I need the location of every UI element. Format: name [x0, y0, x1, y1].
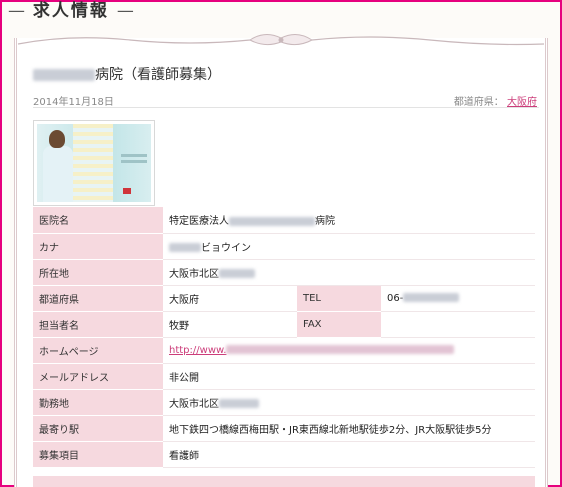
row-value-kana: ビョウイン	[163, 233, 535, 260]
row-label-tel: TEL	[297, 285, 381, 312]
row-label-workplace: 勤務地	[33, 389, 163, 416]
decorative-border-ornament	[17, 34, 545, 46]
redacted-text	[403, 293, 460, 302]
table-row: 募集項目 看護師	[33, 441, 535, 468]
row-value-hospital: 特定医療法人 病院	[163, 207, 535, 234]
table-row: メールアドレス 非公開	[33, 363, 535, 390]
hospital-suffix: 病院	[315, 216, 335, 228]
job-info-table: 医院名 特定医療法人 病院 カナ ビョウイン 所在地 大阪市北区 都道府県 大阪府…	[33, 207, 535, 468]
row-value-tel: 06-	[381, 285, 535, 312]
row-label-contact: 担当者名	[33, 311, 163, 338]
row-label-fax: FAX	[297, 311, 381, 338]
table-row: 都道府県 大阪府 TEL 06-	[33, 285, 535, 312]
nurse-photo	[37, 124, 151, 202]
row-label-address: 所在地	[33, 259, 163, 286]
job-title-text: 病院（看護師募集）	[95, 67, 221, 83]
table-row: 勤務地 大阪市北区	[33, 389, 535, 416]
row-label-station: 最寄り駅	[33, 415, 163, 442]
table-row: 最寄り駅 地下鉄四つ橋線西梅田駅・JR東西線北新地駅徒歩2分、JR大阪駅徒歩5分	[33, 415, 535, 442]
row-value-contact: 牧野	[163, 311, 297, 338]
row-value-prefecture: 大阪府	[163, 285, 297, 312]
hospital-prefix: 特定医療法人	[169, 216, 229, 228]
homepage-link[interactable]: http://www.	[169, 344, 455, 356]
row-value-station: 地下鉄四つ橋線西梅田駅・JR東西線北新地駅徒歩2分、JR大阪駅徒歩5分	[163, 415, 535, 442]
row-value-email: 非公開	[163, 363, 535, 390]
address-prefix: 大阪市北区	[169, 268, 219, 280]
photo-shelf	[73, 124, 113, 202]
next-row-partial	[33, 476, 535, 487]
redacted-url	[226, 345, 455, 354]
title-dash-right: —	[116, 1, 134, 21]
row-label-email: メールアドレス	[33, 363, 163, 390]
row-label-position: 募集項目	[33, 441, 163, 468]
table-row: ホームページ http://www.	[33, 337, 535, 364]
kana-suffix: ビョウイン	[201, 242, 251, 254]
row-value-homepage: http://www.	[163, 337, 535, 364]
photo-caption-lines	[121, 154, 147, 157]
redacted-text	[219, 269, 255, 278]
prefecture-line: 都道府県： 大阪府	[454, 93, 537, 108]
row-label-homepage: ホームページ	[33, 337, 163, 364]
row-label-prefecture: 都道府県	[33, 285, 163, 312]
row-value-workplace: 大阪市北区	[163, 389, 535, 416]
row-value-fax	[381, 311, 535, 338]
row-label-hospital: 医院名	[33, 207, 163, 234]
table-row: カナ ビョウイン	[33, 233, 535, 260]
row-value-position: 看護師	[163, 441, 535, 468]
title-dash-left: —	[8, 1, 25, 21]
job-title: 病院（看護師募集）	[33, 64, 221, 84]
redacted-text	[169, 243, 201, 252]
redacted-text	[219, 399, 259, 408]
divider	[33, 107, 539, 108]
redacted-hospital-name	[33, 69, 95, 81]
row-label-kana: カナ	[33, 233, 163, 260]
hospital-image	[33, 120, 155, 206]
tel-prefix: 06-	[387, 292, 404, 304]
table-row: 担当者名 牧野 FAX	[33, 311, 535, 338]
photo-logo	[123, 188, 131, 194]
section-title-text: 求人情報	[32, 1, 109, 21]
table-row: 所在地 大阪市北区	[33, 259, 535, 286]
homepage-url-prefix: http://www.	[169, 344, 227, 356]
photo-nurse-body	[43, 146, 73, 202]
workplace-prefix: 大阪市北区	[169, 398, 219, 410]
table-row: 医院名 特定医療法人 病院	[33, 207, 535, 234]
redacted-text	[229, 216, 315, 226]
section-title: — 求人情報 —	[8, 0, 134, 24]
row-value-address: 大阪市北区	[163, 259, 535, 286]
photo-nurse-head	[49, 130, 65, 148]
post-date: 2014年11月18日	[33, 97, 114, 108]
